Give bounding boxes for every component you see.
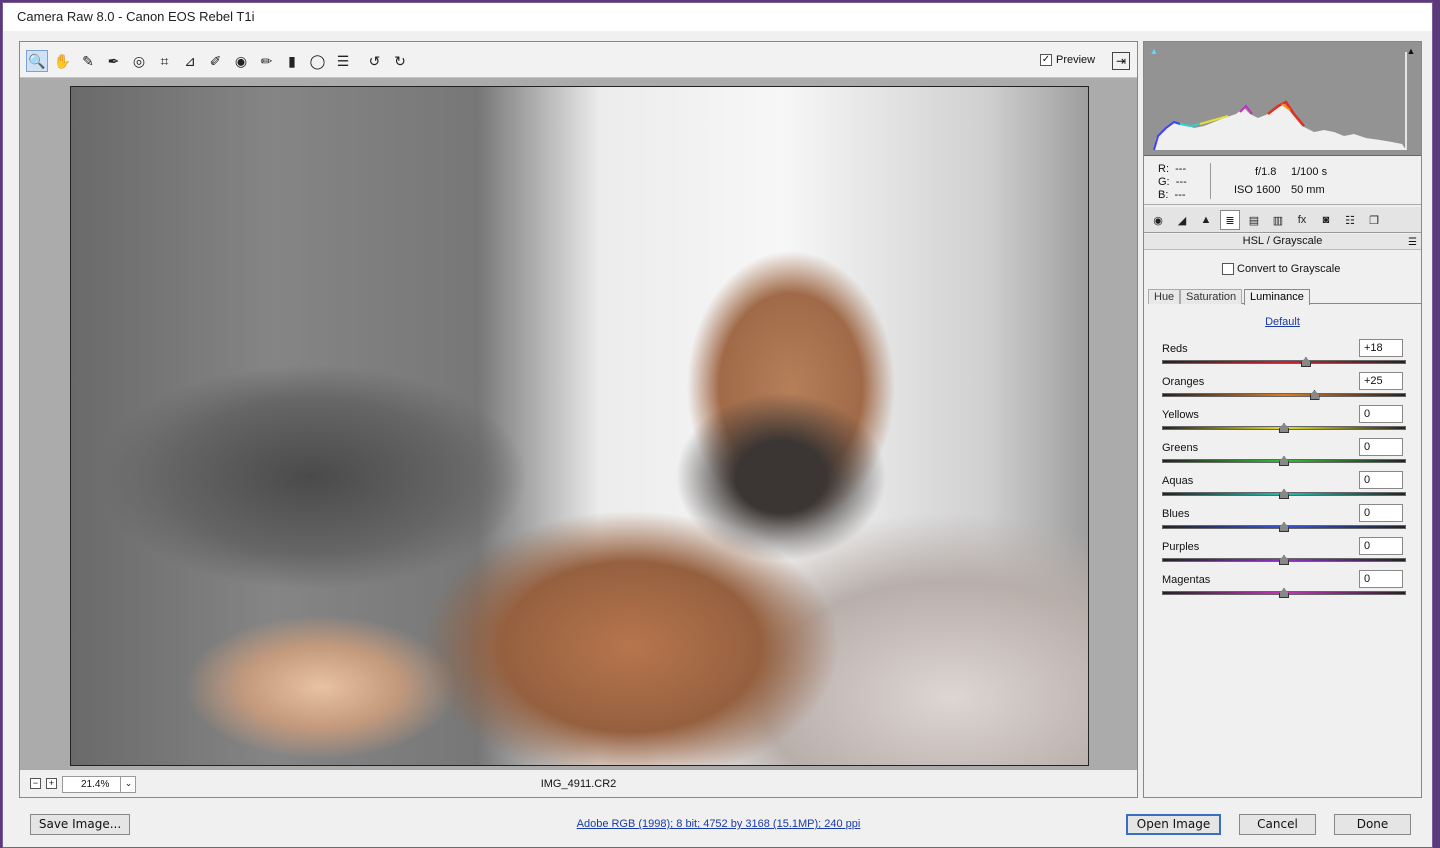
filename-label: IMG_4911.CR2 (540, 778, 617, 790)
effects-tab-icon[interactable]: fx (1292, 210, 1312, 230)
camera-raw-window: Camera Raw 8.0 - Canon EOS Rebel T1i 🔍 ✋ ✎… (2, 2, 1433, 848)
histogram-graph (1153, 52, 1407, 151)
preview-checkbox-box[interactable]: ✓ (1040, 54, 1052, 66)
slider-thumb[interactable] (1279, 555, 1289, 565)
preview-label: Preview (1056, 54, 1096, 66)
slider-label: Purples (1162, 541, 1200, 553)
slider-label: Yellows (1162, 409, 1199, 421)
slider-value-field[interactable]: 0 (1359, 570, 1403, 588)
white-balance-tool-icon[interactable]: ✎ (77, 50, 99, 72)
fullscreen-toggle-icon[interactable]: ⇥ (1112, 52, 1130, 70)
default-link[interactable]: Default (1144, 316, 1421, 328)
slider-label: Magentas (1162, 574, 1211, 586)
slider-thumb[interactable] (1309, 390, 1320, 400)
slider-thumb[interactable] (1279, 522, 1289, 532)
slider-value-field[interactable]: 0 (1359, 438, 1403, 456)
g-label: G: --- (1158, 176, 1187, 188)
aperture-value: f/1.8 (1255, 166, 1277, 178)
tone-curve-tab-icon[interactable]: ◢ (1172, 210, 1192, 230)
focal-length-value: 50 mm (1291, 184, 1325, 196)
slider-value-field[interactable]: 0 (1359, 405, 1403, 423)
slider-value-field[interactable]: 0 (1359, 471, 1403, 489)
red-eye-removal-tool-icon[interactable]: ◉ (230, 50, 252, 72)
slider-label: Greens (1162, 442, 1199, 454)
slider-label: Reds (1162, 343, 1188, 355)
presets-tab-icon[interactable]: ☷ (1340, 210, 1360, 230)
shutter-value: 1/100 s (1291, 166, 1328, 178)
tab-hue[interactable]: Hue (1148, 289, 1181, 304)
radial-filter-tool-icon[interactable]: ◯ (307, 50, 329, 72)
split-toning-tab-icon[interactable]: ▤ (1244, 210, 1264, 230)
readout-area: R: --- G: --- B: --- f/1.8 1/100 s ISO 1… (1144, 157, 1421, 205)
crop-tool-icon[interactable]: ⌗ (154, 50, 176, 72)
zoom-tool-icon[interactable]: 🔍 (26, 50, 48, 72)
slider-oranges: Oranges +25 (1162, 372, 1406, 405)
slider-label: Blues (1162, 508, 1190, 520)
slider-blues: Blues 0 (1162, 504, 1406, 537)
slider-thumb[interactable] (1279, 588, 1289, 598)
camera-calibration-tab-icon[interactable]: ◙ (1316, 210, 1336, 230)
slider-purples: Purples 0 (1162, 537, 1406, 570)
preferences-tool-icon[interactable]: ☰ (332, 50, 354, 72)
readout-divider (1210, 163, 1211, 199)
hsl-tab-icon[interactable]: ≣ (1220, 210, 1240, 230)
window-title: Camera Raw 8.0 - Canon EOS Rebel T1i (3, 3, 1432, 31)
snapshots-tab-icon[interactable]: ❐ (1364, 210, 1384, 230)
panel-title: HSL / Grayscale (1242, 235, 1323, 247)
tab-saturation[interactable]: Saturation (1180, 289, 1243, 304)
slider-label: Aquas (1162, 475, 1194, 487)
tab-luminance[interactable]: Luminance (1244, 289, 1310, 305)
panel-header: HSL / Grayscale ☰ (1144, 234, 1421, 250)
slider-thumb[interactable] (1279, 456, 1289, 466)
histogram: ▲ ▲ (1144, 42, 1421, 156)
iso-value: ISO 1600 (1234, 184, 1281, 196)
basic-tab-icon[interactable]: ◉ (1148, 210, 1168, 230)
graduated-filter-tool-icon[interactable]: ▮ (281, 50, 303, 72)
slider-track[interactable] (1162, 360, 1406, 364)
toolbar: 🔍 ✋ ✎ ✒ ◎ ⌗ ⊿ ✐ ◉ ✏ ▮ ◯ ☰ ↺ ↻ ✓ Preview ⇥ (20, 42, 1137, 78)
slider-value-field[interactable]: 0 (1359, 504, 1403, 522)
b-label: B: --- (1158, 189, 1186, 201)
targeted-adjustment-tool-icon[interactable]: ◎ (128, 50, 150, 72)
slider-thumb[interactable] (1300, 357, 1311, 367)
adjustments-panel: ▲ ▲ R: --- G: --- B: --- f/1.8 1/100 s I… (1143, 41, 1422, 798)
slider-greens: Greens 0 (1162, 438, 1406, 471)
slider-thumb[interactable] (1279, 489, 1289, 499)
open-image-button[interactable]: Open Image (1126, 814, 1221, 835)
rotate-left-tool-icon[interactable]: ↺ (364, 50, 386, 72)
slider-magentas: Magentas 0 (1162, 570, 1406, 603)
preview-area: 🔍 ✋ ✎ ✒ ◎ ⌗ ⊿ ✐ ◉ ✏ ▮ ◯ ☰ ↺ ↻ ✓ Preview ⇥ − + 21.4% ⌄ … (19, 41, 1138, 798)
color-sampler-tool-icon[interactable]: ✒ (103, 50, 125, 72)
image-preview[interactable] (70, 86, 1089, 766)
convert-grayscale-label: Convert to Grayscale (1237, 263, 1341, 275)
slider-yellows: Yellows 0 (1162, 405, 1406, 438)
slider-reds: Reds +18 (1162, 339, 1406, 372)
lens-corrections-tab-icon[interactable]: ▥ (1268, 210, 1288, 230)
preview-statusbar: − + 21.4% ⌄ IMG_4911.CR2 (20, 769, 1137, 797)
panel-tabs: ◉ ◢ ▲ ≣ ▤ ▥ fx ◙ ☷ ❐ (1144, 207, 1421, 233)
slider-aquas: Aquas 0 (1162, 471, 1406, 504)
slider-thumb[interactable] (1279, 423, 1289, 433)
slider-value-field[interactable]: +18 (1359, 339, 1403, 357)
cancel-button[interactable]: Cancel (1239, 814, 1316, 835)
rotate-right-tool-icon[interactable]: ↻ (389, 50, 411, 72)
slider-track[interactable] (1162, 393, 1406, 397)
slider-value-field[interactable]: 0 (1359, 537, 1403, 555)
hand-tool-icon[interactable]: ✋ (52, 50, 74, 72)
convert-grayscale-box[interactable] (1222, 263, 1234, 275)
bottom-bar: Save Image... Adobe RGB (1998); 8 bit; 4… (3, 808, 1434, 848)
slider-value-field[interactable]: +25 (1359, 372, 1403, 390)
panel-menu-icon[interactable]: ☰ (1408, 235, 1417, 250)
spot-removal-tool-icon[interactable]: ✐ (205, 50, 227, 72)
straighten-tool-icon[interactable]: ⊿ (179, 50, 201, 72)
hsl-subtabs: Hue Saturation Luminance (1148, 289, 1421, 305)
done-button[interactable]: Done (1334, 814, 1411, 835)
slider-label: Oranges (1162, 376, 1205, 388)
convert-grayscale-checkbox[interactable]: Convert to Grayscale (1222, 263, 1340, 275)
adjustment-brush-tool-icon[interactable]: ✏ (256, 50, 278, 72)
detail-tab-icon[interactable]: ▲ (1196, 210, 1216, 230)
preview-checkbox[interactable]: ✓ Preview (1040, 54, 1095, 66)
r-label: R: --- (1158, 163, 1187, 175)
